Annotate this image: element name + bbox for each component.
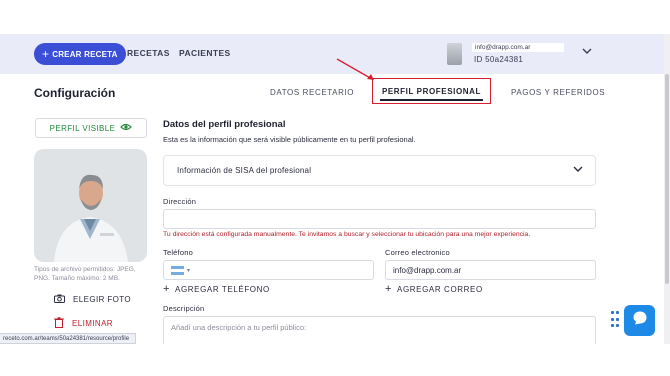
add-email-label: AGREGAR CORREO	[397, 285, 483, 294]
choose-photo-button[interactable]: ELEGIR FOTO	[54, 294, 131, 305]
active-tab-underline	[380, 99, 483, 101]
email-label: Correo electronico	[385, 248, 450, 257]
app-frame: + CREAR RECETA RECETAS PACIENTES info@dr…	[0, 0, 670, 376]
add-phone-label: AGREGAR TELÉFONO	[175, 285, 270, 294]
user-id: ID 50a24381	[474, 55, 524, 64]
status-bar-url: receto.com.ar/teams/50a24381/resource/pr…	[0, 333, 137, 344]
address-label: Dirección	[163, 197, 197, 206]
bottom-blank-area	[0, 344, 670, 376]
top-blank-area	[0, 0, 670, 34]
trash-icon	[54, 317, 64, 330]
grip-icon[interactable]	[611, 311, 619, 329]
chat-icon	[632, 310, 648, 331]
sisa-accordion[interactable]: Información de SISA del profesional	[163, 155, 596, 186]
user-avatar[interactable]	[447, 43, 462, 65]
camera-icon	[54, 294, 65, 305]
chevron-down-icon	[573, 165, 583, 176]
eye-icon	[120, 123, 133, 134]
nav-recetas[interactable]: RECETAS	[127, 48, 170, 58]
delete-photo-label: ELIMINAR	[72, 319, 113, 328]
tab-datos-recetario[interactable]: DATOS RECETARIO	[270, 88, 354, 97]
section-title: Datos del perfil profesional	[163, 119, 286, 130]
phone-input[interactable]: ▾	[163, 260, 374, 280]
scrollbar-thumb[interactable]	[665, 74, 669, 284]
chat-button[interactable]	[624, 305, 655, 336]
plus-icon: +	[385, 283, 393, 295]
description-label: Descripción	[163, 304, 205, 313]
chevron-down-icon[interactable]	[582, 47, 592, 58]
address-helper-text: Tu dirección está configurada manualment…	[163, 231, 531, 238]
profile-visible-label: PERFIL VISIBLE	[49, 123, 116, 133]
section-subtitle: Esta es la información que será visible …	[163, 135, 416, 144]
nav-pacientes[interactable]: PACIENTES	[179, 48, 231, 58]
add-email-button[interactable]: + AGREGAR CORREO	[385, 284, 483, 295]
add-phone-button[interactable]: + AGREGAR TELÉFONO	[163, 284, 270, 295]
choose-photo-label: ELEGIR FOTO	[73, 295, 132, 304]
annotation-arrow-icon	[336, 58, 374, 80]
email-value: info@drapp.com.ar	[393, 265, 462, 275]
plus-icon: +	[163, 283, 171, 295]
profile-visible-button[interactable]: PERFIL VISIBLE	[35, 118, 147, 138]
address-input[interactable]	[163, 209, 596, 229]
file-type-hint: Tipos de archivo permitidos: JPEG, PNG. …	[34, 266, 136, 282]
create-recipe-button[interactable]: + CREAR RECETA	[34, 43, 126, 65]
flag-caret-icon: ▾	[187, 267, 191, 274]
profile-photo	[34, 149, 147, 262]
delete-photo-button[interactable]: ELIMINAR	[54, 317, 113, 330]
flag-argentina-icon[interactable]	[171, 265, 184, 275]
sisa-accordion-label: Información de SISA del profesional	[177, 166, 312, 175]
page-scrollbar[interactable]	[664, 34, 670, 344]
plus-icon: +	[42, 47, 50, 61]
page-title: Configuración	[34, 86, 116, 100]
top-header: + CREAR RECETA RECETAS PACIENTES info@dr…	[0, 34, 664, 74]
user-email: info@drapp.com.ar	[472, 43, 564, 52]
email-input[interactable]: info@drapp.com.ar	[385, 260, 596, 280]
create-recipe-label: CREAR RECETA	[52, 49, 118, 59]
tab-perfil-profesional-label: PERFIL PROFESIONAL	[381, 86, 482, 96]
phone-label: Teléfono	[163, 248, 193, 257]
tab-pagos-referidos[interactable]: PAGOS Y REFERIDOS	[511, 88, 605, 97]
description-textarea[interactable]: Añadí una descripción a tu perfil públic…	[163, 316, 596, 346]
